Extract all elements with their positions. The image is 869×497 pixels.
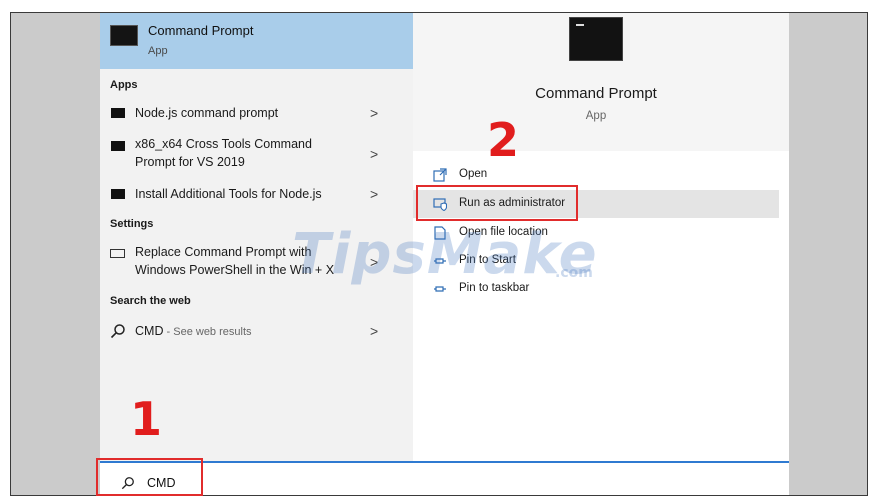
chevron-right-icon[interactable]: > <box>370 186 378 202</box>
desktop-background-left <box>11 13 100 495</box>
result-label-line1: x86_x64 Cross Tools Command <box>135 137 312 151</box>
settings-heading: Settings <box>110 218 154 230</box>
result-label: Install Additional Tools for Node.js <box>135 187 322 201</box>
search-web-heading: Search the web <box>110 295 191 307</box>
chevron-right-icon[interactable]: > <box>370 146 378 162</box>
best-match-title: Command Prompt <box>148 23 254 38</box>
monitor-icon <box>110 249 125 258</box>
highlight-search-box <box>96 458 203 496</box>
watermark-suffix: .com <box>555 265 593 281</box>
apps-heading: Apps <box>110 79 138 91</box>
best-match-subtitle: App <box>148 45 168 57</box>
web-suffix: - See web results <box>163 326 252 338</box>
result-install-nodejs-tools[interactable]: Install Additional Tools for Node.js > <box>100 184 413 206</box>
detail-subtitle: App <box>585 110 607 122</box>
command-prompt-large-icon <box>569 17 623 61</box>
highlight-run-as-admin <box>416 185 578 221</box>
search-box[interactable]: CMD <box>100 461 789 495</box>
chevron-right-icon[interactable]: > <box>370 323 378 339</box>
search-icon <box>110 324 125 339</box>
result-x86-x64-cross-tools[interactable]: x86_x64 Cross Tools Command Prompt for V… <box>100 136 413 174</box>
watermark-text: TipsMake <box>292 222 598 287</box>
action-label: Open <box>459 168 488 180</box>
step-1-label: 1 <box>130 392 163 446</box>
chevron-right-icon[interactable]: > <box>370 105 378 121</box>
app-detail-header: Command Prompt App <box>413 13 789 151</box>
open-icon <box>433 168 447 182</box>
result-nodejs-command-prompt[interactable]: Node.js command prompt > <box>100 103 413 125</box>
best-match-command-prompt[interactable]: Command Prompt App <box>100 13 413 69</box>
result-web-search-cmd[interactable]: CMD - See web results > <box>100 321 413 343</box>
step-2-label: 2 <box>487 113 520 167</box>
result-label-line2: Prompt for VS 2019 <box>135 155 245 169</box>
desktop-background-right <box>789 13 867 495</box>
detail-title: Command Prompt <box>535 85 657 102</box>
terminal-icon <box>111 189 125 199</box>
terminal-icon <box>111 108 125 118</box>
result-label: Node.js command prompt <box>135 106 279 120</box>
result-label-line1: Replace Command Prompt with <box>135 245 312 259</box>
command-prompt-icon <box>110 25 138 46</box>
web-result-label: CMD - See web results <box>135 323 252 341</box>
terminal-icon <box>111 141 125 151</box>
web-query: CMD <box>135 324 164 338</box>
